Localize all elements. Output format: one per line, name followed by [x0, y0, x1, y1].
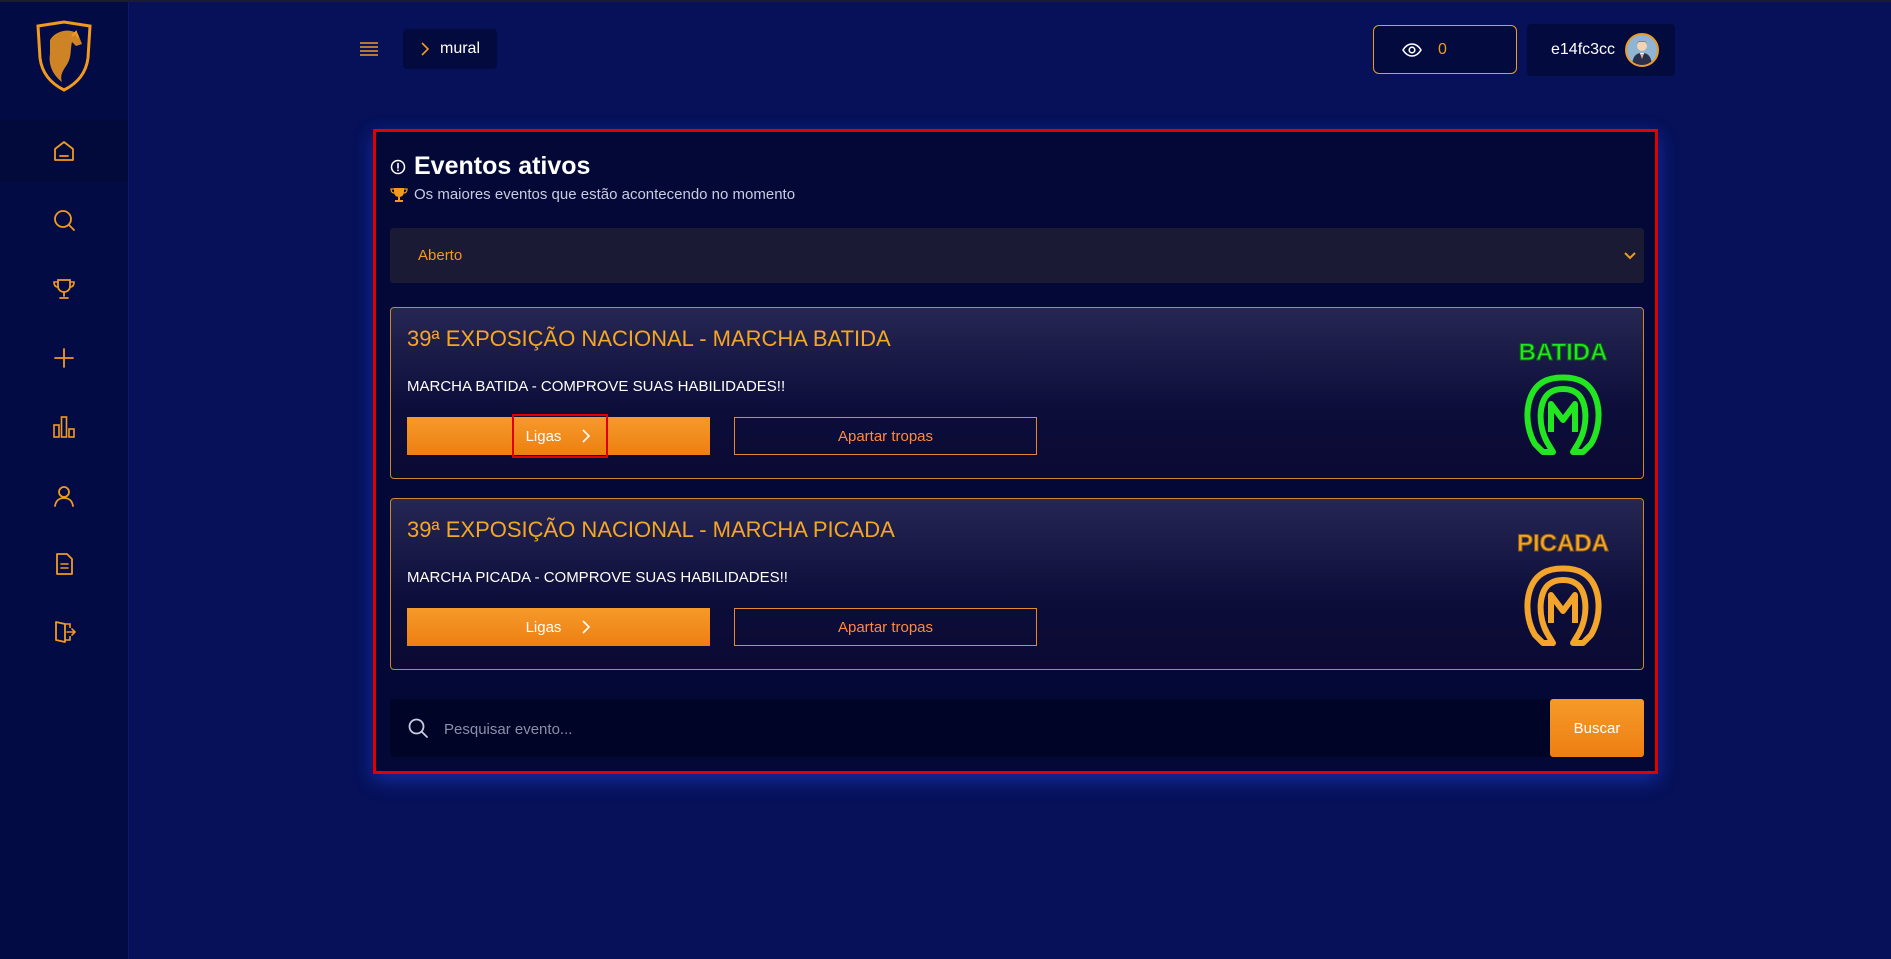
badge-text: PICADA [1517, 530, 1609, 557]
status-filter-select[interactable]: Aberto [390, 228, 1644, 283]
apartar-tropas-label: Apartar tropas [837, 618, 934, 636]
search-button[interactable]: Buscar [1550, 699, 1644, 757]
chevron-right-icon [582, 429, 591, 443]
nav-search[interactable] [44, 200, 84, 240]
badge-text: BATIDA [1519, 339, 1608, 366]
document-icon [56, 553, 73, 575]
horseshoe-badge-icon: PICADA [1516, 530, 1610, 646]
ligas-label: Ligas [525, 618, 562, 636]
search-icon [408, 718, 428, 738]
chevron-right-icon [582, 620, 591, 634]
nav-profile[interactable] [44, 476, 84, 516]
hamburger-menu-icon[interactable] [356, 36, 382, 62]
breadcrumb[interactable]: mural [403, 29, 497, 69]
search-icon [54, 210, 75, 231]
avatar [1625, 33, 1660, 67]
user-icon [54, 486, 74, 507]
page-subtitle: Os maiores eventos que estão acontecendo… [414, 186, 796, 203]
apartar-tropas-button[interactable]: Apartar tropas [734, 417, 1037, 455]
top-border [0, 0, 1891, 2]
event-title: 39ª EXPOSIÇÃO NACIONAL - MARCHA PICADA [407, 517, 895, 542]
event-description: MARCHA BATIDA - COMPROVE SUAS HABILIDADE… [407, 378, 786, 395]
nav-add[interactable] [44, 338, 84, 378]
viewer-count-box[interactable]: 0 [1373, 25, 1517, 74]
event-title: 39ª EXPOSIÇÃO NACIONAL - MARCHA BATIDA [407, 326, 891, 351]
nav-documents[interactable] [44, 544, 84, 584]
apartar-tropas-label: Apartar tropas [837, 427, 934, 445]
nav-trophy[interactable] [44, 269, 84, 309]
ligas-button[interactable]: Ligas [407, 608, 710, 646]
avatar-person-icon [1627, 35, 1658, 65]
alert-circle-icon [390, 159, 406, 174]
active-events-panel: Eventos ativos Os maiores eventos que es… [373, 129, 1658, 774]
chevron-right-icon [421, 42, 430, 56]
chevron-down-icon [1624, 251, 1636, 259]
trophy-icon [390, 187, 408, 202]
subtitle-row: Os maiores eventos que estão acontecendo… [390, 186, 795, 203]
home-icon [54, 141, 74, 161]
nav-home[interactable] [44, 131, 84, 171]
apartar-tropas-button[interactable]: Apartar tropas [734, 608, 1037, 646]
user-menu[interactable]: e14fc3cc [1527, 24, 1675, 76]
chart-icon [53, 416, 75, 438]
eye-icon [1402, 42, 1422, 57]
ligas-button[interactable]: Ligas [407, 414, 710, 458]
sidebar [0, 2, 129, 959]
event-card: 39ª EXPOSIÇÃO NACIONAL - MARCHA BATIDA M… [390, 307, 1644, 479]
nav-logout[interactable] [44, 612, 84, 652]
horseshoe-badge-icon: BATIDA [1518, 339, 1608, 455]
trophy-icon [53, 279, 75, 299]
viewer-count: 0 [1438, 40, 1447, 58]
search-button-label: Buscar [1573, 719, 1621, 737]
title-row: Eventos ativos [390, 152, 590, 181]
logout-icon [55, 621, 77, 643]
horse-shield-logo[interactable] [32, 20, 96, 92]
breadcrumb-label: mural [440, 40, 481, 57]
status-filter-value: Aberto [418, 247, 463, 264]
nav-stats[interactable] [44, 407, 84, 447]
username: e14fc3cc [1551, 41, 1616, 58]
ligas-label: Ligas [525, 427, 562, 445]
event-description: MARCHA PICADA - COMPROVE SUAS HABILIDADE… [407, 569, 788, 586]
plus-icon [54, 348, 74, 368]
event-search-input[interactable] [442, 699, 1546, 759]
event-search-bar: Buscar [390, 699, 1644, 759]
page-title: Eventos ativos [414, 152, 591, 180]
event-card: 39ª EXPOSIÇÃO NACIONAL - MARCHA PICADA M… [390, 498, 1644, 670]
